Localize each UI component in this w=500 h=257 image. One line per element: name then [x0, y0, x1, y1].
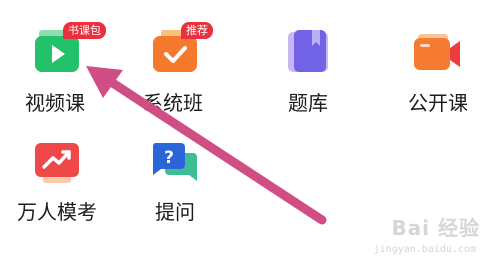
watermark-url: jingyan.baidu.com	[373, 244, 476, 255]
watermark-logo: Bai 经验	[391, 216, 480, 240]
